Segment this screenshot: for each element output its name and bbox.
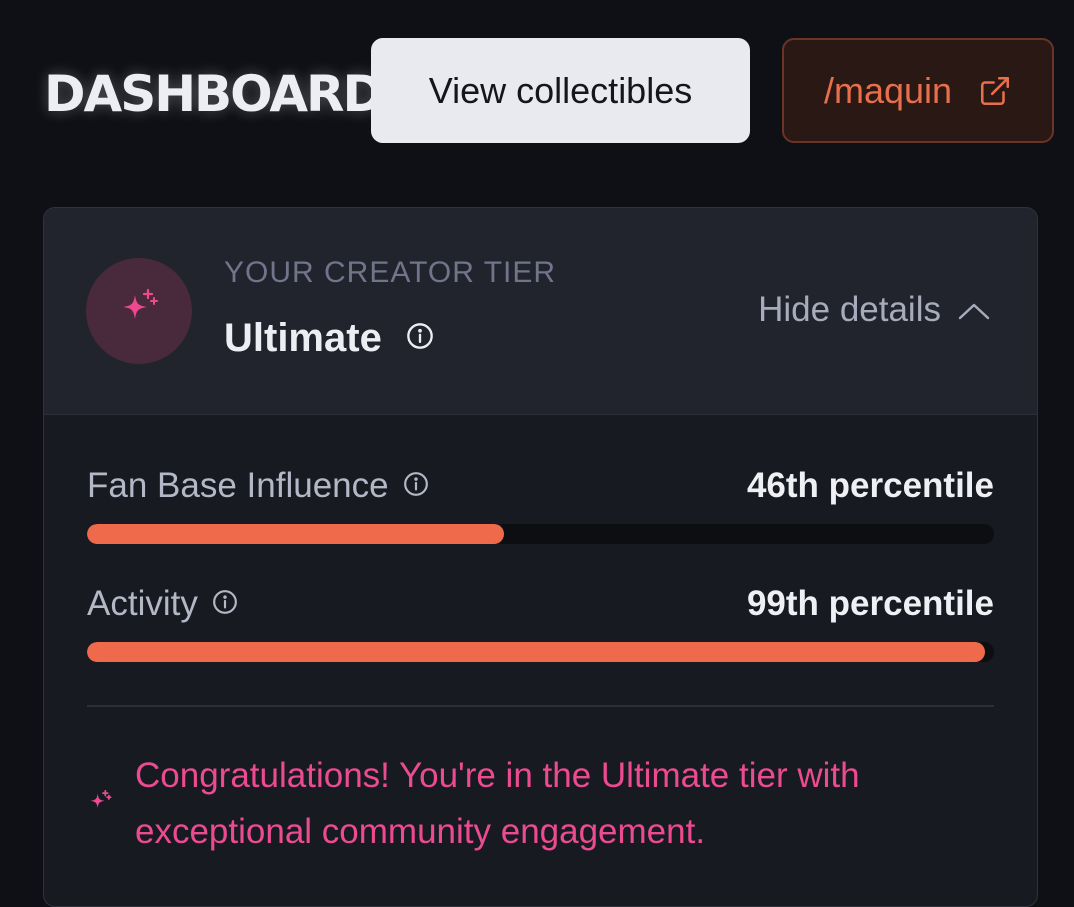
view-collectibles-button[interactable]: View collectibles: [371, 38, 750, 143]
progress-track: [87, 642, 994, 662]
metric-value: 46th percentile: [746, 466, 994, 505]
hide-details-label: Hide details: [758, 290, 941, 329]
creator-handle-link[interactable]: /maquin: [782, 38, 1054, 143]
tier-name-row: Ultimate: [224, 316, 434, 361]
metric-fan-base-influence: Fan Base Influence 46th percentile: [87, 464, 994, 544]
progress-fill: [87, 642, 985, 662]
creator-tier-card: YOUR CREATOR TIER Ultimate Hide details: [43, 207, 1038, 907]
tier-summary: YOUR CREATOR TIER Ultimate Hide details: [44, 208, 1037, 415]
creator-handle-label: /maquin: [823, 69, 953, 111]
sparkles-icon: [117, 287, 161, 336]
tier-info-icon[interactable]: [406, 322, 434, 355]
progress-track: [87, 524, 994, 544]
divider: [87, 705, 994, 707]
chevron-up-icon: [957, 290, 991, 330]
info-icon[interactable]: [212, 589, 238, 620]
progress-fill: [87, 524, 505, 544]
metric-label: Activity: [87, 584, 198, 623]
info-icon[interactable]: [403, 471, 429, 502]
tier-name: Ultimate: [224, 316, 382, 360]
metric-value: 99th percentile: [746, 584, 994, 623]
metric-label: Fan Base Influence: [87, 466, 389, 505]
congrats-text: Congratulations! You're in the Ultimate …: [135, 756, 860, 851]
dashboard-header: DASHBOARD View collectibles /maquin: [0, 0, 1074, 180]
view-collectibles-label: View collectibles: [428, 69, 693, 111]
tier-badge: [86, 258, 192, 364]
sparkles-icon: [87, 789, 113, 820]
hide-details-toggle[interactable]: Hide details: [758, 290, 991, 330]
metric-activity: Activity 99th percentile: [87, 582, 994, 662]
page-title: DASHBOARD: [44, 65, 384, 123]
congrats-message: Congratulations! You're in the Ultimate …: [87, 748, 994, 860]
external-link-icon: [978, 74, 1012, 108]
tier-eyebrow: YOUR CREATOR TIER: [224, 256, 557, 289]
